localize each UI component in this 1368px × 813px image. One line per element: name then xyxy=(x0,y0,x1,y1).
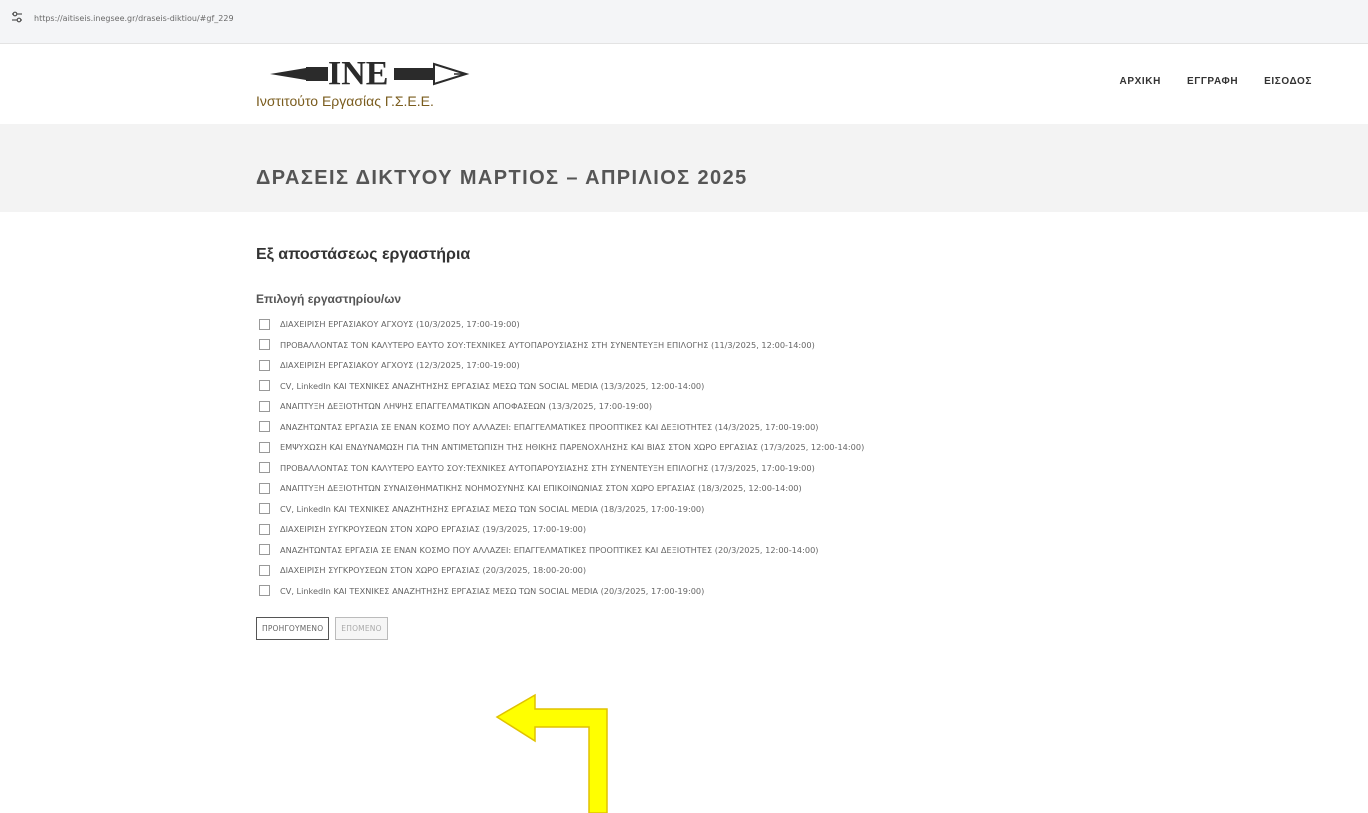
workshop-option[interactable]: ΕΜΨΥΧΩΣΗ ΚΑΙ ΕΝΔΥΝΑΜΩΣΗ ΓΙΑ ΤΗΝ ΑΝΤΙΜΕΤΩ… xyxy=(256,437,1306,458)
workshop-option[interactable]: ΑΝΑΠΤΥΞΗ ΔΕΞΙΟΤΗΤΩΝ ΛΗΨΗΣ ΕΠΑΓΓΕΛΜΑΤΙΚΩΝ… xyxy=(256,396,1306,417)
checkbox[interactable] xyxy=(259,523,270,535)
checkbox[interactable] xyxy=(259,564,270,576)
url-text[interactable]: https://aitiseis.inegsee.gr/draseis-dikt… xyxy=(34,14,234,23)
checkbox[interactable] xyxy=(259,421,270,433)
option-label[interactable]: ΔΙΑΧΕΙΡΙΣΗ ΕΡΓΑΣΙΑΚΟΥ ΑΓΧΟΥΣ (10/3/2025,… xyxy=(280,319,520,329)
nav-item-login[interactable]: ΕΙΣΟΔΟΣ xyxy=(1264,76,1312,87)
option-label[interactable]: ΔΙΑΧΕΙΡΙΣΗ ΣΥΓΚΡΟΥΣΕΩΝ ΣΤΟΝ ΧΩΡΟ ΕΡΓΑΣΙΑ… xyxy=(280,565,586,575)
option-label[interactable]: ΔΙΑΧΕΙΡΙΣΗ ΣΥΓΚΡΟΥΣΕΩΝ ΣΤΟΝ ΧΩΡΟ ΕΡΓΑΣΙΑ… xyxy=(280,524,586,534)
workshop-option[interactable]: ΑΝΑΖΗΤΩΝΤΑΣ ΕΡΓΑΣΙΑ ΣΕ ΕΝΑΝ ΚΟΣΜΟ ΠΟΥ ΑΛ… xyxy=(256,417,1306,438)
page-title-band: ΔΡΑΣΕΙΣ ΔΙΚΤΥΟΥ ΜΑΡΤΙΟΣ – ΑΠΡΙΛΙΟΣ 2025 xyxy=(0,124,1368,212)
checkbox[interactable] xyxy=(259,482,270,494)
option-label[interactable]: ΠΡΟΒΑΛΛΟΝΤΑΣ ΤΟΝ ΚΑΛΥΤΕΡΟ ΕΑΥΤΟ ΣΟΥ:ΤΕΧΝ… xyxy=(280,340,815,350)
main-nav: ΑΡΧΙΚΗ ΕΓΓΡΑΦΗ ΕΙΣΟΔΟΣ xyxy=(1094,76,1312,87)
browser-address-bar[interactable]: https://aitiseis.inegsee.gr/draseis-dikt… xyxy=(0,0,1368,44)
checkbox[interactable] xyxy=(259,359,270,371)
checkbox[interactable] xyxy=(259,544,270,556)
previous-button[interactable]: ΠΡΟΗΓΟΥΜΕΝΟ xyxy=(256,617,330,640)
option-label[interactable]: ΑΝΑΖΗΤΩΝΤΑΣ ΕΡΓΑΣΙΑ ΣΕ ΕΝΑΝ ΚΟΣΜΟ ΠΟΥ ΑΛ… xyxy=(280,422,818,432)
page-title: ΔΡΑΣΕΙΣ ΔΙΚΤΥΟΥ ΜΑΡΤΙΟΣ – ΑΠΡΙΛΙΟΣ 2025 xyxy=(256,167,748,190)
workshop-option[interactable]: ΑΝΑΠΤΥΞΗ ΔΕΞΙΟΤΗΤΩΝ ΣΥΝΑΙΣΘΗΜΑΤΙΚΗΣ ΝΟΗΜ… xyxy=(256,478,1306,499)
option-label[interactable]: CV, LinkedIn ΚΑΙ ΤΕΧΝΙΚΕΣ ΑΝΑΖΗΤΗΣΗΣ ΕΡΓ… xyxy=(280,586,704,596)
option-label[interactable]: ΑΝΑΠΤΥΞΗ ΔΕΞΙΟΤΗΤΩΝ ΛΗΨΗΣ ΕΠΑΓΓΕΛΜΑΤΙΚΩΝ… xyxy=(280,401,652,411)
pen-logo-icon: ΙΝΕ xyxy=(270,55,470,90)
option-label[interactable]: ΠΡΟΒΑΛΛΟΝΤΑΣ ΤΟΝ ΚΑΛΥΤΕΡΟ ΕΑΥΤΟ ΣΟΥ:ΤΕΧΝ… xyxy=(280,463,815,473)
checkbox[interactable] xyxy=(259,318,270,330)
option-label[interactable]: ΑΝΑΠΤΥΞΗ ΔΕΞΙΟΤΗΤΩΝ ΣΥΝΑΙΣΘΗΜΑΤΙΚΗΣ ΝΟΗΜ… xyxy=(280,483,802,493)
workshop-option[interactable]: ΑΝΑΖΗΤΩΝΤΑΣ ΕΡΓΑΣΙΑ ΣΕ ΕΝΑΝ ΚΟΣΜΟ ΠΟΥ ΑΛ… xyxy=(256,540,1306,561)
checkbox[interactable] xyxy=(259,503,270,515)
site-logo[interactable]: ΙΝΕ Ινστιτούτο Εργασίας Γ.Σ.Ε.Ε. xyxy=(256,50,516,118)
workshop-option[interactable]: CV, LinkedIn ΚΑΙ ΤΕΧΝΙΚΕΣ ΑΝΑΖΗΤΗΣΗΣ ΕΡΓ… xyxy=(256,581,1306,602)
workshop-option[interactable]: ΔΙΑΧΕΙΡΙΣΗ ΣΥΓΚΡΟΥΣΕΩΝ ΣΤΟΝ ΧΩΡΟ ΕΡΓΑΣΙΑ… xyxy=(256,560,1306,581)
checkbox[interactable] xyxy=(259,585,270,597)
option-label[interactable]: CV, LinkedIn ΚΑΙ ΤΕΧΝΙΚΕΣ ΑΝΑΖΗΤΗΣΗΣ ΕΡΓ… xyxy=(280,504,704,514)
option-label[interactable]: CV, LinkedIn ΚΑΙ ΤΕΧΝΙΚΕΣ ΑΝΑΖΗΤΗΣΗΣ ΕΡΓ… xyxy=(280,381,704,391)
workshop-option[interactable]: ΔΙΑΧΕΙΡΙΣΗ ΣΥΓΚΡΟΥΣΕΩΝ ΣΤΟΝ ΧΩΡΟ ΕΡΓΑΣΙΑ… xyxy=(256,519,1306,540)
workshop-option[interactable]: ΔΙΑΧΕΙΡΙΣΗ ΕΡΓΑΣΙΑΚΟΥ ΑΓΧΟΥΣ (12/3/2025,… xyxy=(256,355,1306,376)
nav-item-home[interactable]: ΑΡΧΙΚΗ xyxy=(1120,76,1161,87)
workshop-option[interactable]: ΠΡΟΒΑΛΛΟΝΤΑΣ ΤΟΝ ΚΑΛΥΤΕΡΟ ΕΑΥΤΟ ΣΟΥ:ΤΕΧΝ… xyxy=(256,335,1306,356)
workshop-form: Εξ αποστάσεως εργαστήρια Επιλογή εργαστη… xyxy=(256,246,1306,640)
workshop-option[interactable]: ΠΡΟΒΑΛΛΟΝΤΑΣ ΤΟΝ ΚΑΛΥΤΕΡΟ ΕΑΥΤΟ ΣΟΥ:ΤΕΧΝ… xyxy=(256,458,1306,479)
option-label[interactable]: ΕΜΨΥΧΩΣΗ ΚΑΙ ΕΝΔΥΝΑΜΩΣΗ ΓΙΑ ΤΗΝ ΑΝΤΙΜΕΤΩ… xyxy=(280,442,864,452)
checkbox[interactable] xyxy=(259,339,270,351)
form-buttons: ΠΡΟΗΓΟΥΜΕΝΟ ΕΠΟΜΕΝΟ xyxy=(256,617,1306,640)
field-label: Επιλογή εργαστηρίου/ων xyxy=(256,292,402,306)
annotation-arrow-icon xyxy=(495,693,608,813)
workshop-options-list: ΔΙΑΧΕΙΡΙΣΗ ΕΡΓΑΣΙΑΚΟΥ ΑΓΧΟΥΣ (10/3/2025,… xyxy=(256,314,1306,601)
workshop-option[interactable]: CV, LinkedIn ΚΑΙ ΤΕΧΝΙΚΕΣ ΑΝΑΖΗΤΗΣΗΣ ΕΡΓ… xyxy=(256,499,1306,520)
workshop-option[interactable]: ΔΙΑΧΕΙΡΙΣΗ ΕΡΓΑΣΙΑΚΟΥ ΑΓΧΟΥΣ (10/3/2025,… xyxy=(256,314,1306,335)
site-header: ΙΝΕ Ινστιτούτο Εργασίας Γ.Σ.Ε.Ε. ΑΡΧΙΚΗ … xyxy=(0,44,1368,124)
tune-icon[interactable] xyxy=(10,10,24,24)
option-label[interactable]: ΑΝΑΖΗΤΩΝΤΑΣ ΕΡΓΑΣΙΑ ΣΕ ΕΝΑΝ ΚΟΣΜΟ ΠΟΥ ΑΛ… xyxy=(280,545,818,555)
logo-tagline: Ινστιτούτο Εργασίας Γ.Σ.Ε.Ε. xyxy=(256,93,434,109)
checkbox[interactable] xyxy=(259,462,270,474)
nav-item-register[interactable]: ΕΓΓΡΑΦΗ xyxy=(1187,76,1238,87)
section-heading: Εξ αποστάσεως εργαστήρια xyxy=(256,246,471,263)
logo-text: ΙΝΕ xyxy=(328,55,388,90)
checkbox[interactable] xyxy=(259,400,270,412)
next-button[interactable]: ΕΠΟΜΕΝΟ xyxy=(335,617,388,640)
checkbox[interactable] xyxy=(259,380,270,392)
workshop-option[interactable]: CV, LinkedIn ΚΑΙ ΤΕΧΝΙΚΕΣ ΑΝΑΖΗΤΗΣΗΣ ΕΡΓ… xyxy=(256,376,1306,397)
checkbox[interactable] xyxy=(259,441,270,453)
option-label[interactable]: ΔΙΑΧΕΙΡΙΣΗ ΕΡΓΑΣΙΑΚΟΥ ΑΓΧΟΥΣ (12/3/2025,… xyxy=(280,360,520,370)
